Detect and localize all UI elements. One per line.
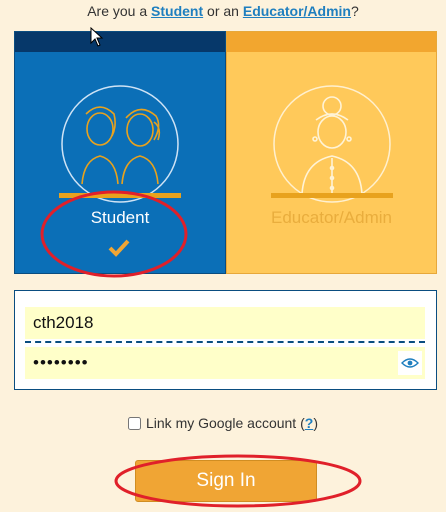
- educator-icon: [273, 85, 391, 203]
- student-link[interactable]: Student: [151, 3, 203, 19]
- google-label: Link my Google account (: [146, 415, 305, 431]
- username-field[interactable]: [25, 307, 425, 339]
- card-topbar: [15, 32, 225, 52]
- field-divider: [25, 341, 425, 343]
- google-label-close: ): [313, 415, 318, 431]
- students-icon: [61, 85, 179, 203]
- checkmark-icon: [108, 239, 130, 257]
- card-underline: [59, 193, 181, 198]
- educator-link[interactable]: Educator/Admin: [243, 3, 351, 19]
- question-prefix: Are you a: [87, 3, 152, 19]
- card-underline: [271, 193, 393, 198]
- question-suffix: ?: [350, 3, 359, 19]
- student-role-card[interactable]: Student: [14, 31, 226, 274]
- google-checkbox[interactable]: [128, 417, 141, 430]
- card-topbar: [227, 32, 436, 52]
- role-question: Are you a Student or an Educator/Admin?: [0, 3, 446, 19]
- password-field[interactable]: [25, 347, 425, 379]
- question-middle: or an: [203, 3, 243, 19]
- educator-label: Educator/Admin: [271, 208, 392, 227]
- google-link-row: Link my Google account (?): [0, 415, 446, 431]
- role-selector: Student Educator/Admin: [14, 31, 437, 274]
- login-form: [14, 290, 437, 390]
- sign-in-button[interactable]: Sign In: [135, 460, 317, 502]
- eye-icon[interactable]: [398, 351, 422, 375]
- mouse-pointer-icon: [90, 27, 104, 47]
- educator-role-card[interactable]: Educator/Admin: [226, 31, 437, 274]
- student-label: Student: [90, 208, 150, 227]
